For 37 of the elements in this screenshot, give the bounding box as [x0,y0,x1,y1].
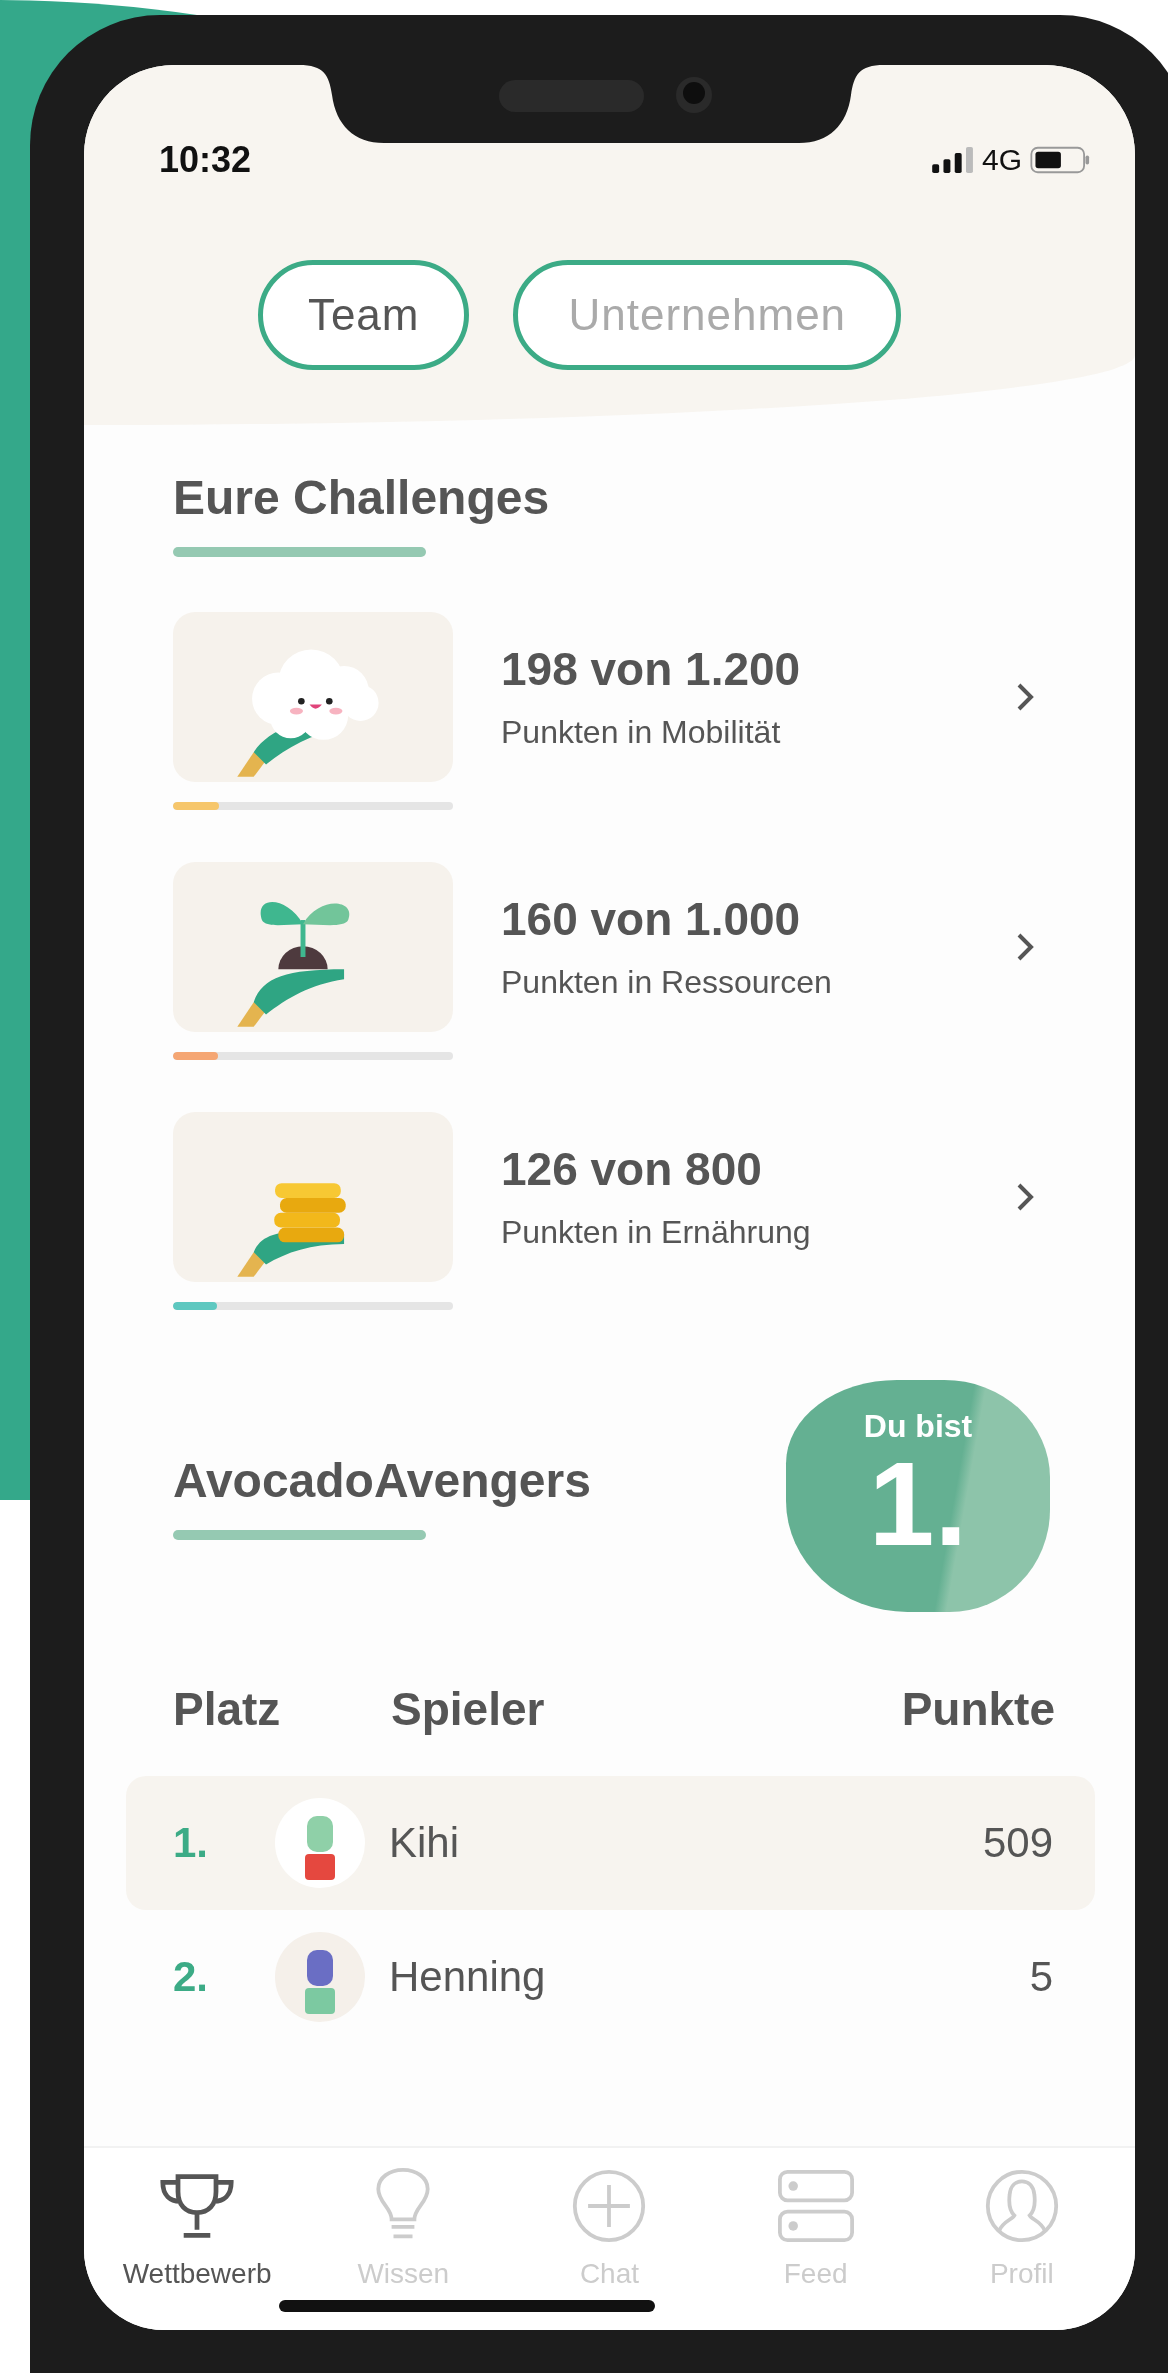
column-header: Punkte [901,1682,1055,1736]
player-place: 2. [173,1953,210,2001]
tab-bar-item[interactable]: Wettbewerb [97,2168,298,2290]
player-name: Henning [389,1953,547,2001]
challenge-category: Punkten in Mobilität [501,714,782,751]
section-title: Eure Challenges [173,470,551,525]
signal-icon [931,147,974,173]
challenge-points: 160 von 1.000 [501,892,802,946]
chevron-right-icon[interactable] [1015,682,1035,712]
column-header: Spieler [391,1682,546,1736]
avatar-icon [275,1798,365,1888]
list-cards-icon [777,2168,854,2244]
segment-tab[interactable]: Team [257,260,470,370]
challenge-points: 126 von 800 [501,1142,763,1196]
challenge-points: 198 von 1.200 [501,642,802,696]
player-name: Kihi [389,1819,461,1867]
network-label: 4G [981,143,1022,177]
plus-circle-icon [571,2168,648,2244]
column-header: Platz [173,1682,282,1736]
player-points: 509 [982,1819,1053,1867]
rank-number: 1. [868,1445,968,1563]
team-name: AvocadoAvengers [173,1452,591,1508]
challenge-category: Punkten in Ernährung [501,1214,812,1251]
status-time: 10:32 [159,139,252,181]
battery-icon [1030,146,1090,174]
segment-tab[interactable]: Unternehmen [513,260,902,370]
chevron-right-icon[interactable] [1015,1182,1035,1212]
player-points: 5 [1029,1953,1053,2001]
player-place: 1. [173,1819,210,1867]
rank-label: Du bist [863,1408,973,1445]
leaderboard-row[interactable]: 1. Kihi 509 [126,1776,1095,1910]
challenge-category: Punkten in Ressourcen [501,964,833,1001]
chevron-right-icon[interactable] [1015,932,1035,962]
leaderboard-row[interactable]: 2. Henning 5 [126,1910,1095,2044]
avatar-icon [275,1932,365,2022]
challenge-card[interactable] [173,862,453,1032]
profile-icon [983,2168,1060,2244]
